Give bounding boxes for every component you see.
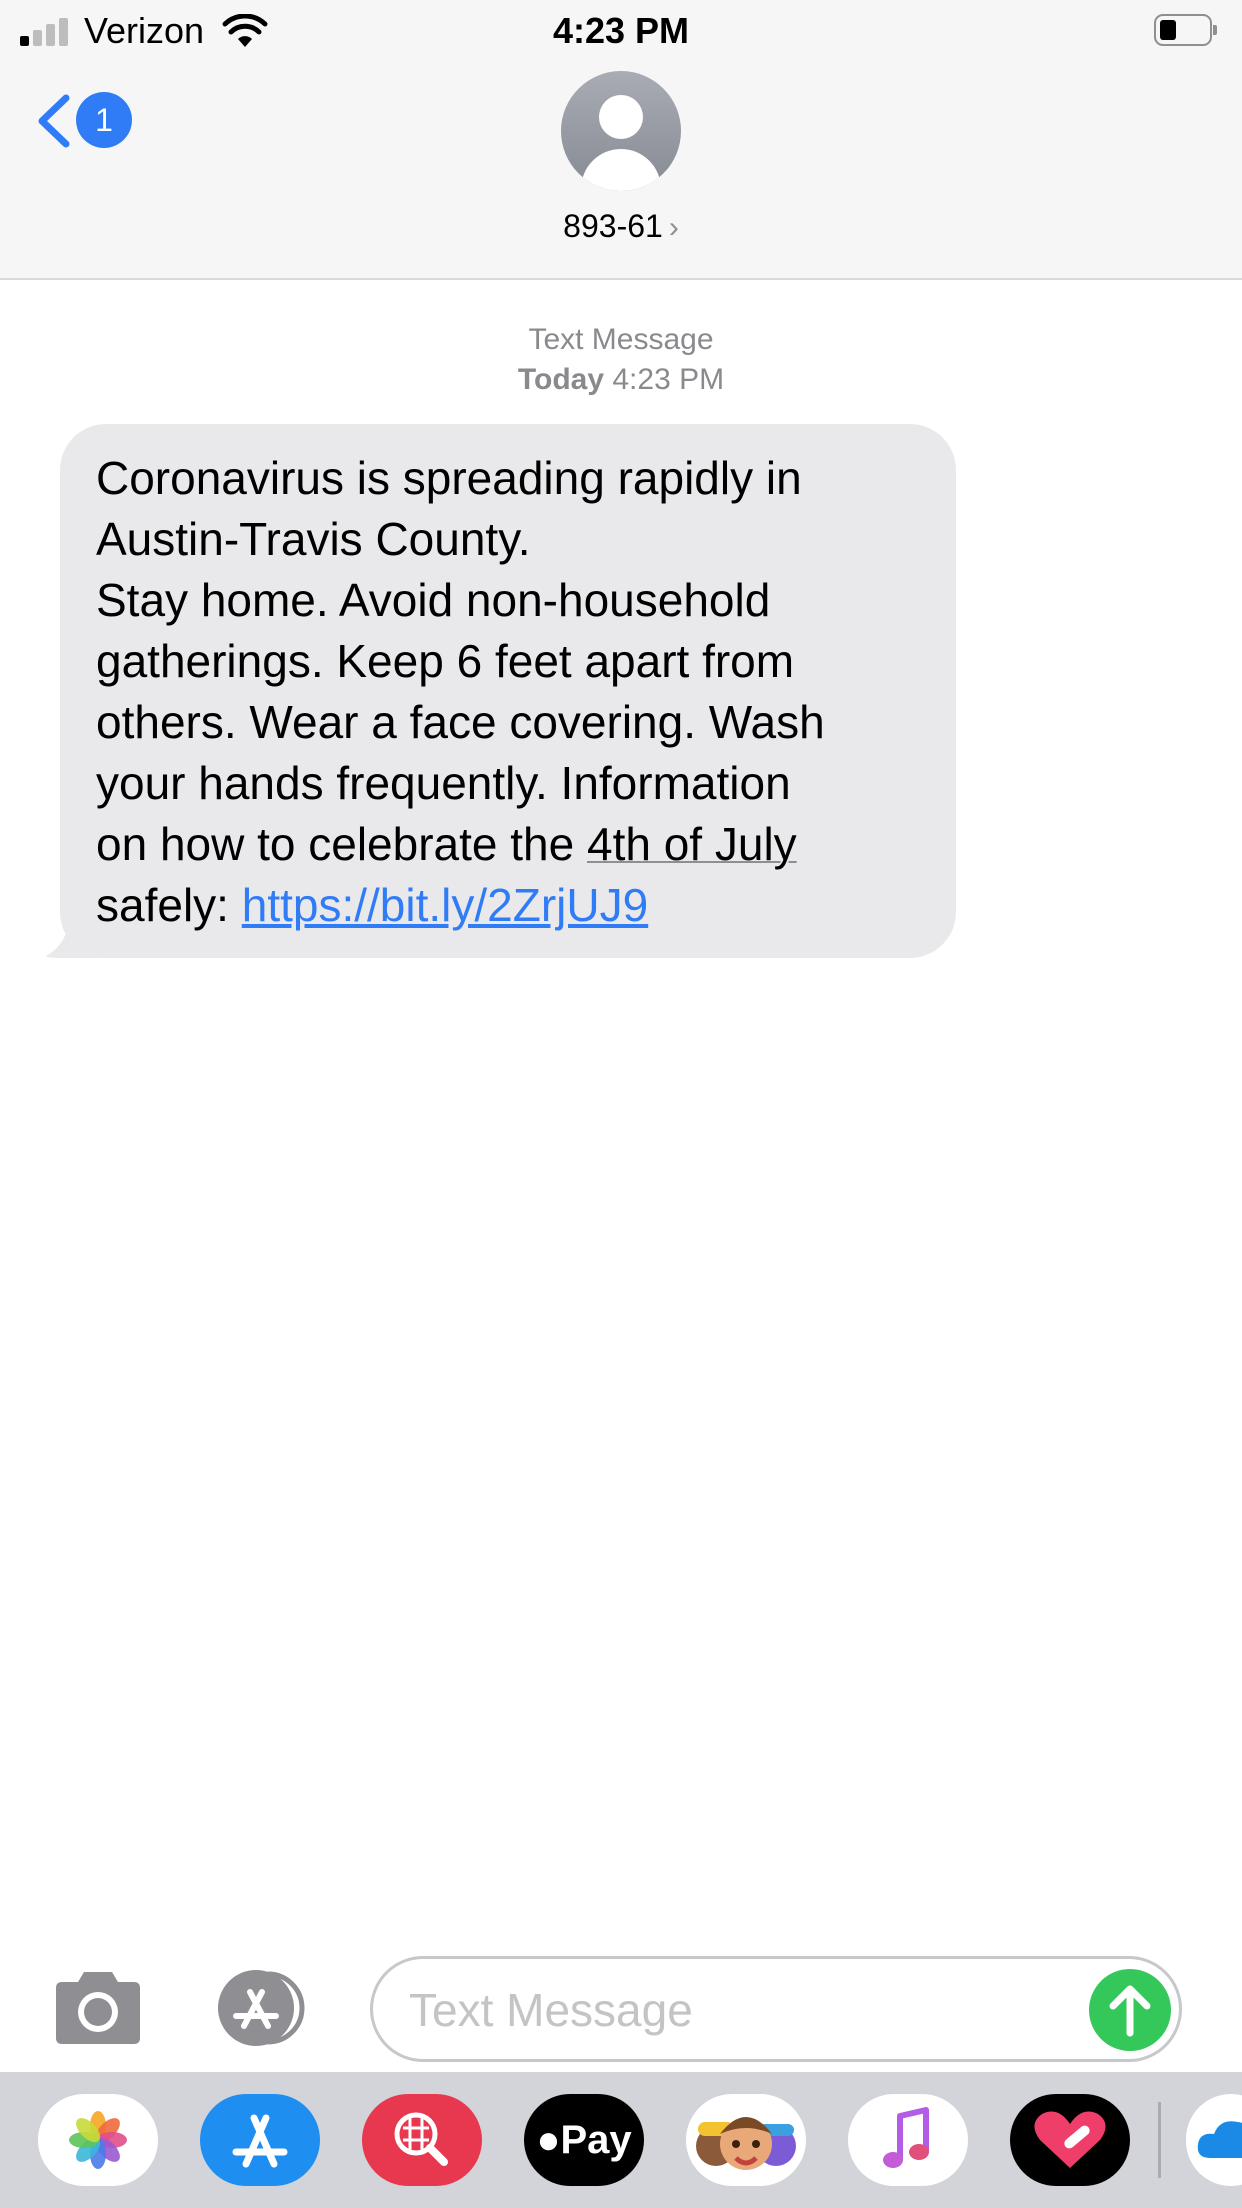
chevron-left-icon <box>38 94 70 148</box>
memoji-icon <box>696 2117 796 2170</box>
message-line: on how to celebrate the 4th of July <box>96 818 797 870</box>
incoming-message-bubble[interactable]: Coronavirus is spreading rapidly in Aust… <box>60 424 956 958</box>
timestamp-day: Today <box>517 363 605 396</box>
images-search-icon <box>394 2112 448 2166</box>
app-store-icon[interactable] <box>210 1966 320 2050</box>
chevron-right-icon: › <box>668 211 679 244</box>
message-line: Stay home. Avoid non-household <box>96 574 771 626</box>
photos-app-button[interactable] <box>38 2094 158 2186</box>
arrow-up-icon <box>1109 1985 1151 2037</box>
message-line: gatherings. Keep 6 feet apart from <box>96 635 795 687</box>
unread-count-badge: 1 <box>76 92 132 148</box>
fitness-app-button[interactable] <box>1010 2094 1130 2186</box>
drawer-divider <box>1158 2102 1161 2178</box>
message-text-field[interactable] <box>409 1977 1089 2043</box>
images-search-app-button[interactable] <box>362 2094 482 2186</box>
status-time: 4:23 PM <box>552 10 690 51</box>
app-store-icon <box>232 2114 288 2168</box>
message-line: others. Wear a face covering. Wash <box>96 696 825 748</box>
message-line: Coronavirus is spreading rapidly in <box>96 452 802 504</box>
contact-name: 893-61 <box>563 208 663 244</box>
apple-logo-icon: ● <box>536 2118 561 2162</box>
photos-icon <box>69 2111 127 2169</box>
message-line: safely: https://bit.ly/2ZrjUJ9 <box>96 879 649 931</box>
back-button[interactable]: 1 <box>34 86 138 152</box>
fitness-icon <box>1034 2111 1106 2168</box>
message-url-link[interactable]: https://bit.ly/2ZrjUJ9 <box>242 879 648 931</box>
camera-icon[interactable] <box>50 1970 146 2046</box>
cloud-app-button[interactable] <box>1186 2094 1242 2186</box>
message-line: your hands frequently. Information <box>96 757 791 809</box>
timestamp-time: 4:23 PM <box>612 363 725 396</box>
message-line: Austin-Travis County. <box>96 513 531 565</box>
service-label: Text Message <box>528 323 714 356</box>
battery-icon <box>1154 14 1217 46</box>
music-app-button[interactable] <box>848 2094 968 2186</box>
message-meta: Text Message Today 4:23 PM <box>0 320 1242 400</box>
send-button[interactable] <box>1089 1969 1171 2051</box>
conversation-header: Verizon 4:23 PM 1 893-61 › <box>0 0 1242 280</box>
contact-avatar[interactable] <box>561 71 681 191</box>
contact-name-button[interactable]: 893-61 › <box>0 208 1242 245</box>
apple-pay-app-button[interactable]: ●Pay <box>524 2094 644 2186</box>
status-bar: Verizon 4:23 PM <box>0 0 1242 60</box>
app-store-app-button[interactable] <box>200 2094 320 2186</box>
music-icon <box>883 2107 929 2168</box>
message-input-box[interactable] <box>370 1956 1182 2062</box>
apple-pay-label: Pay <box>560 2118 632 2162</box>
memoji-app-button[interactable] <box>686 2094 806 2186</box>
date-detector-link[interactable]: 4th of July <box>587 818 797 870</box>
message-timestamp: Today 4:23 PM <box>0 360 1242 400</box>
app-drawer: ●Pay <box>0 2072 1242 2208</box>
cloud-icon <box>1197 2121 1242 2158</box>
